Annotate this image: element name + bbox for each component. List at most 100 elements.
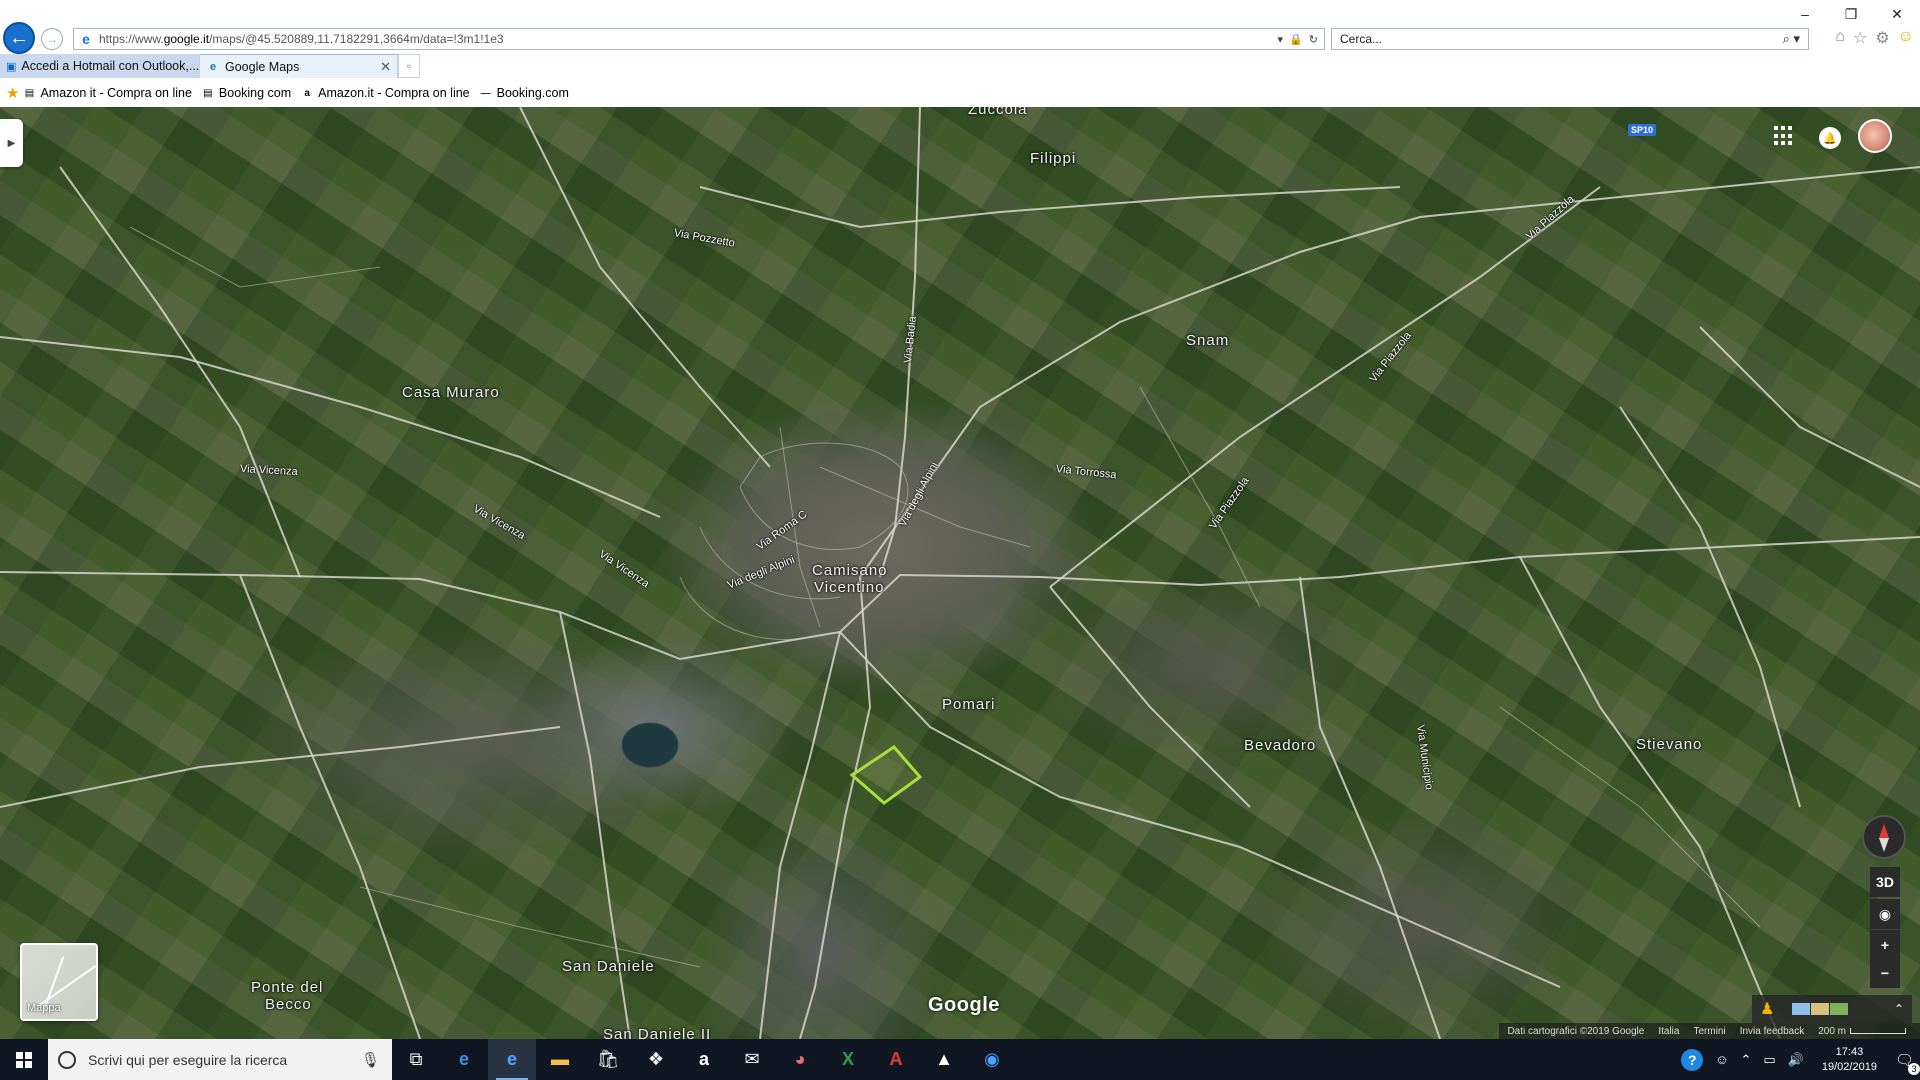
favorite-booking-com-2[interactable]: — Booking.com: [480, 86, 569, 100]
store-button[interactable]: 🛍: [584, 1039, 632, 1080]
favorites-star-icon[interactable]: ★: [6, 84, 19, 102]
volume-icon[interactable]: 🔊: [1788, 1052, 1804, 1068]
favorite-amazon-it[interactable]: ▤ Amazon it - Compra on line: [23, 86, 192, 100]
imagery-thumbnails[interactable]: [1792, 1003, 1849, 1015]
acrobat-icon: A: [889, 1049, 903, 1069]
place-label[interactable]: Pomari: [942, 696, 996, 713]
favorite-label: Booking.com: [496, 86, 569, 100]
ie-page-icon: e: [82, 31, 90, 47]
people-icon[interactable]: ☺: [1715, 1052, 1728, 1067]
place-label[interactable]: Vicentino: [814, 579, 884, 596]
feedback-link[interactable]: Invia feedback: [1740, 1026, 1805, 1037]
tab-google-maps[interactable]: e Google Maps ✕: [200, 54, 398, 78]
place-label[interactable]: Becco: [265, 996, 312, 1013]
favorite-amazon-it-2[interactable]: a Amazon.it - Compra on line: [301, 86, 469, 100]
notifications-bell-icon[interactable]: 🔔: [1819, 127, 1841, 149]
search-placeholder: Cerca...: [1340, 32, 1383, 46]
excel-button[interactable]: X: [824, 1039, 872, 1080]
selected-parcel-outline[interactable]: [848, 743, 924, 807]
mail-button[interactable]: ✉: [728, 1039, 776, 1080]
zoom-out-button[interactable]: −: [1870, 958, 1900, 988]
file-explorer-button[interactable]: ▬: [536, 1039, 584, 1080]
browser-chrome: – ❐ ✕ ← → e https://www.google.it/maps/@…: [0, 0, 1920, 107]
place-label[interactable]: Camisano: [812, 562, 888, 579]
compass-control[interactable]: [1862, 815, 1906, 859]
photos-button[interactable]: ▲: [920, 1039, 968, 1080]
compass-needle-icon: [1879, 824, 1889, 852]
feedback-smiley-icon[interactable]: ☺: [1898, 28, 1914, 48]
favorite-label: Amazon it - Compra on line: [40, 86, 192, 100]
internet-explorer-button[interactable]: e: [488, 1039, 536, 1080]
minimize-button[interactable]: –: [1782, 0, 1828, 28]
account-avatar[interactable]: [1858, 119, 1892, 153]
clock-date: 19/02/2019: [1821, 1060, 1877, 1073]
scale-indicator[interactable]: 200 m: [1818, 1026, 1906, 1037]
forward-button[interactable]: →: [41, 28, 63, 50]
back-button[interactable]: ←: [3, 22, 35, 54]
file-explorer-icon: ▬: [551, 1049, 569, 1069]
refresh-icon[interactable]: ↻: [1309, 33, 1318, 46]
tab-hotmail[interactable]: ▣ Accedi a Hotmail con Outlook,...: [0, 54, 200, 78]
lock-icon[interactable]: 🔒: [1289, 33, 1303, 46]
satellite-map[interactable]: Zuccola Filippi Snam Casa Muraro Camisan…: [0, 107, 1920, 1039]
task-view-button[interactable]: ⧉: [392, 1039, 440, 1080]
place-label[interactable]: Stievano: [1636, 736, 1702, 753]
chevron-up-icon[interactable]: ⌃: [1741, 1052, 1752, 1068]
zoom-in-button[interactable]: +: [1870, 930, 1900, 960]
internet-explorer-icon: e: [506, 1049, 517, 1069]
google-apps-icon[interactable]: [1774, 126, 1794, 146]
new-tab-icon: ▫: [406, 59, 412, 73]
route-badge: SP10: [1628, 124, 1657, 136]
place-label[interactable]: Bevadoro: [1244, 737, 1316, 754]
favorite-booking-com[interactable]: ▤ Booking com: [202, 86, 291, 100]
tab-label: Google Maps: [225, 59, 300, 74]
url-text[interactable]: https://www.google.it/maps/@45.520889,11…: [99, 32, 1278, 46]
home-icon[interactable]: ⌂: [1835, 28, 1845, 48]
network-icon[interactable]: ▭: [1763, 1052, 1775, 1068]
expand-chevron-icon[interactable]: ⌃: [1894, 1002, 1904, 1016]
map-type-switcher[interactable]: Mappa: [20, 943, 98, 1021]
attribution-country[interactable]: Italia: [1658, 1026, 1679, 1037]
browser-search-box[interactable]: Cerca... ⌕ ▾: [1331, 28, 1809, 50]
start-button[interactable]: [0, 1039, 48, 1080]
place-label[interactable]: Snam: [1186, 332, 1229, 349]
close-tab-icon[interactable]: ✕: [380, 59, 391, 75]
map-attribution: Dati cartografici ©2019 Google Italia Te…: [1499, 1023, 1920, 1039]
notification-count-badge: 3: [1908, 1062, 1920, 1075]
clock-time: 17:43: [1835, 1045, 1864, 1058]
taskbar-search-box[interactable]: Scrivi qui per eseguire la ricerca 🎙: [48, 1039, 392, 1080]
place-label[interactable]: San Daniele: [562, 958, 655, 975]
clock[interactable]: 17:43 19/02/2019: [1822, 1045, 1877, 1075]
terms-link[interactable]: Termini: [1693, 1026, 1725, 1037]
amazon-button[interactable]: a: [680, 1039, 728, 1080]
restore-button[interactable]: ❐: [1828, 0, 1874, 28]
side-panel-toggle[interactable]: ▶: [0, 119, 23, 167]
action-center-icon[interactable]: 🗨 3: [1895, 1051, 1920, 1075]
pegman-icon[interactable]: ♟: [1760, 999, 1774, 1019]
messaging-button[interactable]: ◉: [968, 1039, 1016, 1080]
place-label[interactable]: San Daniele II: [603, 1026, 711, 1039]
microphone-icon[interactable]: 🎙: [361, 1051, 380, 1069]
edge-button[interactable]: e: [440, 1039, 488, 1080]
dropdown-arrow-icon[interactable]: ▾: [1278, 33, 1284, 46]
paint-button[interactable]: ◕: [776, 1039, 824, 1080]
favorites-star-icon[interactable]: ☆: [1853, 28, 1867, 48]
outlook-icon: ▣: [6, 60, 17, 73]
close-window-button[interactable]: ✕: [1874, 0, 1920, 28]
store-icon: 🛍: [596, 1049, 620, 1069]
place-label[interactable]: Zuccola: [968, 107, 1028, 118]
tilt-3d-button[interactable]: 3D: [1870, 867, 1900, 897]
place-label[interactable]: Filippi: [1030, 150, 1076, 167]
help-icon[interactable]: ?: [1681, 1048, 1704, 1071]
address-bar[interactable]: e https://www.google.it/maps/@45.520889,…: [73, 28, 1325, 50]
place-label[interactable]: Casa Muraro: [402, 384, 500, 401]
acrobat-button[interactable]: A: [872, 1039, 920, 1080]
system-tray: ? ☺ ⌃ ▭ 🔊 17:43 19/02/2019 🗨 3: [1681, 1045, 1920, 1075]
search-icon[interactable]: ⌕ ▾: [1783, 31, 1800, 47]
new-tab-button[interactable]: ▫: [398, 54, 420, 78]
settings-gear-icon[interactable]: ⚙: [1875, 28, 1889, 48]
place-label[interactable]: Ponte del: [251, 979, 323, 996]
cortana-icon: [58, 1050, 76, 1069]
dropbox-button[interactable]: ❖: [632, 1039, 680, 1080]
my-location-button[interactable]: ◉: [1870, 899, 1900, 929]
